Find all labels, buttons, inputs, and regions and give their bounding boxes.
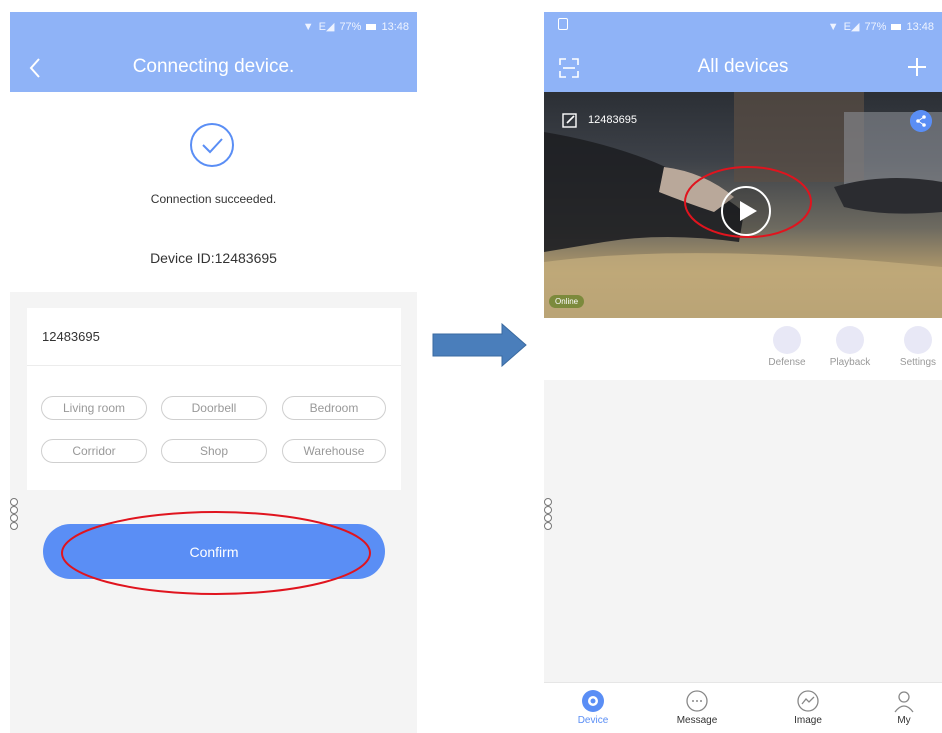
settings-label: Settings [899, 357, 937, 368]
chip-shop[interactable]: Shop [161, 439, 267, 463]
nav-my[interactable]: My [874, 689, 934, 726]
device-id-label: Device ID:12483695 [150, 250, 277, 266]
image-nav-icon [797, 690, 819, 712]
handle-dot [544, 498, 552, 506]
status-bar: ▼ E◢ 77% 13:48 [827, 20, 934, 34]
handle-dot [10, 522, 18, 530]
network-icon: E◢ [318, 21, 335, 33]
play-icon[interactable] [719, 184, 773, 238]
floating-handle[interactable] [544, 498, 554, 530]
wifi-icon: ▼ [302, 20, 314, 33]
camera-name: 12483695 [588, 114, 637, 126]
playback-button[interactable]: Playback [824, 326, 876, 368]
success-message: Connection succeeded. [150, 192, 277, 206]
all-devices-screen: ▼ E◢ 77% 13:48 All devices 12483695 Onli… [544, 12, 942, 733]
nav-device[interactable]: Device [563, 689, 623, 726]
handle-dot [10, 506, 18, 514]
battery-percent: 77% [864, 20, 887, 33]
playback-icon [836, 326, 864, 354]
chip-living-room[interactable]: Living room [41, 396, 147, 420]
nav-image-label: Image [794, 715, 822, 726]
nav-device-label: Device [577, 715, 609, 726]
battery-icon [891, 23, 902, 30]
nav-message-label: Message [676, 715, 718, 726]
battery-percent: 77% [339, 20, 362, 33]
share-icon[interactable] [910, 110, 932, 132]
playback-label: Playback [829, 357, 871, 368]
nav-my-label: My [897, 715, 911, 726]
defense-label: Defense [768, 357, 806, 368]
device-name-card: Living room Doorbell Bedroom Corridor Sh… [27, 308, 401, 490]
handle-dot [544, 522, 552, 530]
confirm-button[interactable]: Confirm [43, 524, 385, 579]
floating-handle[interactable] [10, 498, 20, 530]
settings-button[interactable]: Settings [892, 326, 942, 368]
camera-actions: Defense Playback Settings [544, 318, 942, 380]
handle-dot [10, 498, 18, 506]
device-nav-icon [582, 690, 604, 712]
plus-icon[interactable] [906, 56, 928, 78]
my-nav-icon [894, 691, 914, 713]
online-badge: Online [549, 295, 585, 308]
message-nav-icon [686, 690, 708, 712]
connecting-device-screen: ▼ E◢ 77% 13:48 Connecting device. Connec… [10, 12, 417, 733]
page-title: Connecting device. [132, 56, 295, 77]
camera-header: 12483695 [562, 112, 637, 128]
edit-icon[interactable] [562, 112, 578, 128]
page-title: All devices [697, 56, 789, 77]
chip-bedroom[interactable]: Bedroom [282, 396, 386, 420]
defense-button[interactable]: Defense [761, 326, 813, 368]
right-arrow-icon [432, 323, 527, 367]
settings-icon [904, 326, 932, 354]
device-name-input[interactable] [27, 308, 401, 366]
status-bar: ▼ E◢ 77% 13:48 [302, 20, 409, 34]
chip-corridor[interactable]: Corridor [41, 439, 147, 463]
check-circle-icon [190, 123, 234, 167]
camera-preview[interactable]: 12483695 Online [544, 92, 942, 318]
nav-message[interactable]: Message [667, 689, 727, 726]
app-bar: ▼ E◢ 77% 13:48 All devices [544, 12, 942, 92]
app-bar: ▼ E◢ 77% 13:48 Connecting device. [10, 12, 417, 92]
nav-image[interactable]: Image [778, 689, 838, 726]
wifi-icon: ▼ [827, 20, 839, 33]
network-icon: E◢ [843, 21, 860, 33]
chip-doorbell[interactable]: Doorbell [161, 396, 267, 420]
defense-icon [773, 326, 801, 354]
handle-dot [544, 514, 552, 522]
battery-icon [366, 23, 377, 30]
handle-dot [544, 506, 552, 514]
handle-dot [10, 514, 18, 522]
status-time: 13:48 [381, 20, 409, 33]
status-time: 13:48 [906, 20, 934, 33]
bottom-nav: Device Message Image My [544, 682, 942, 733]
chip-warehouse[interactable]: Warehouse [282, 439, 386, 463]
notification-icon [558, 18, 568, 30]
